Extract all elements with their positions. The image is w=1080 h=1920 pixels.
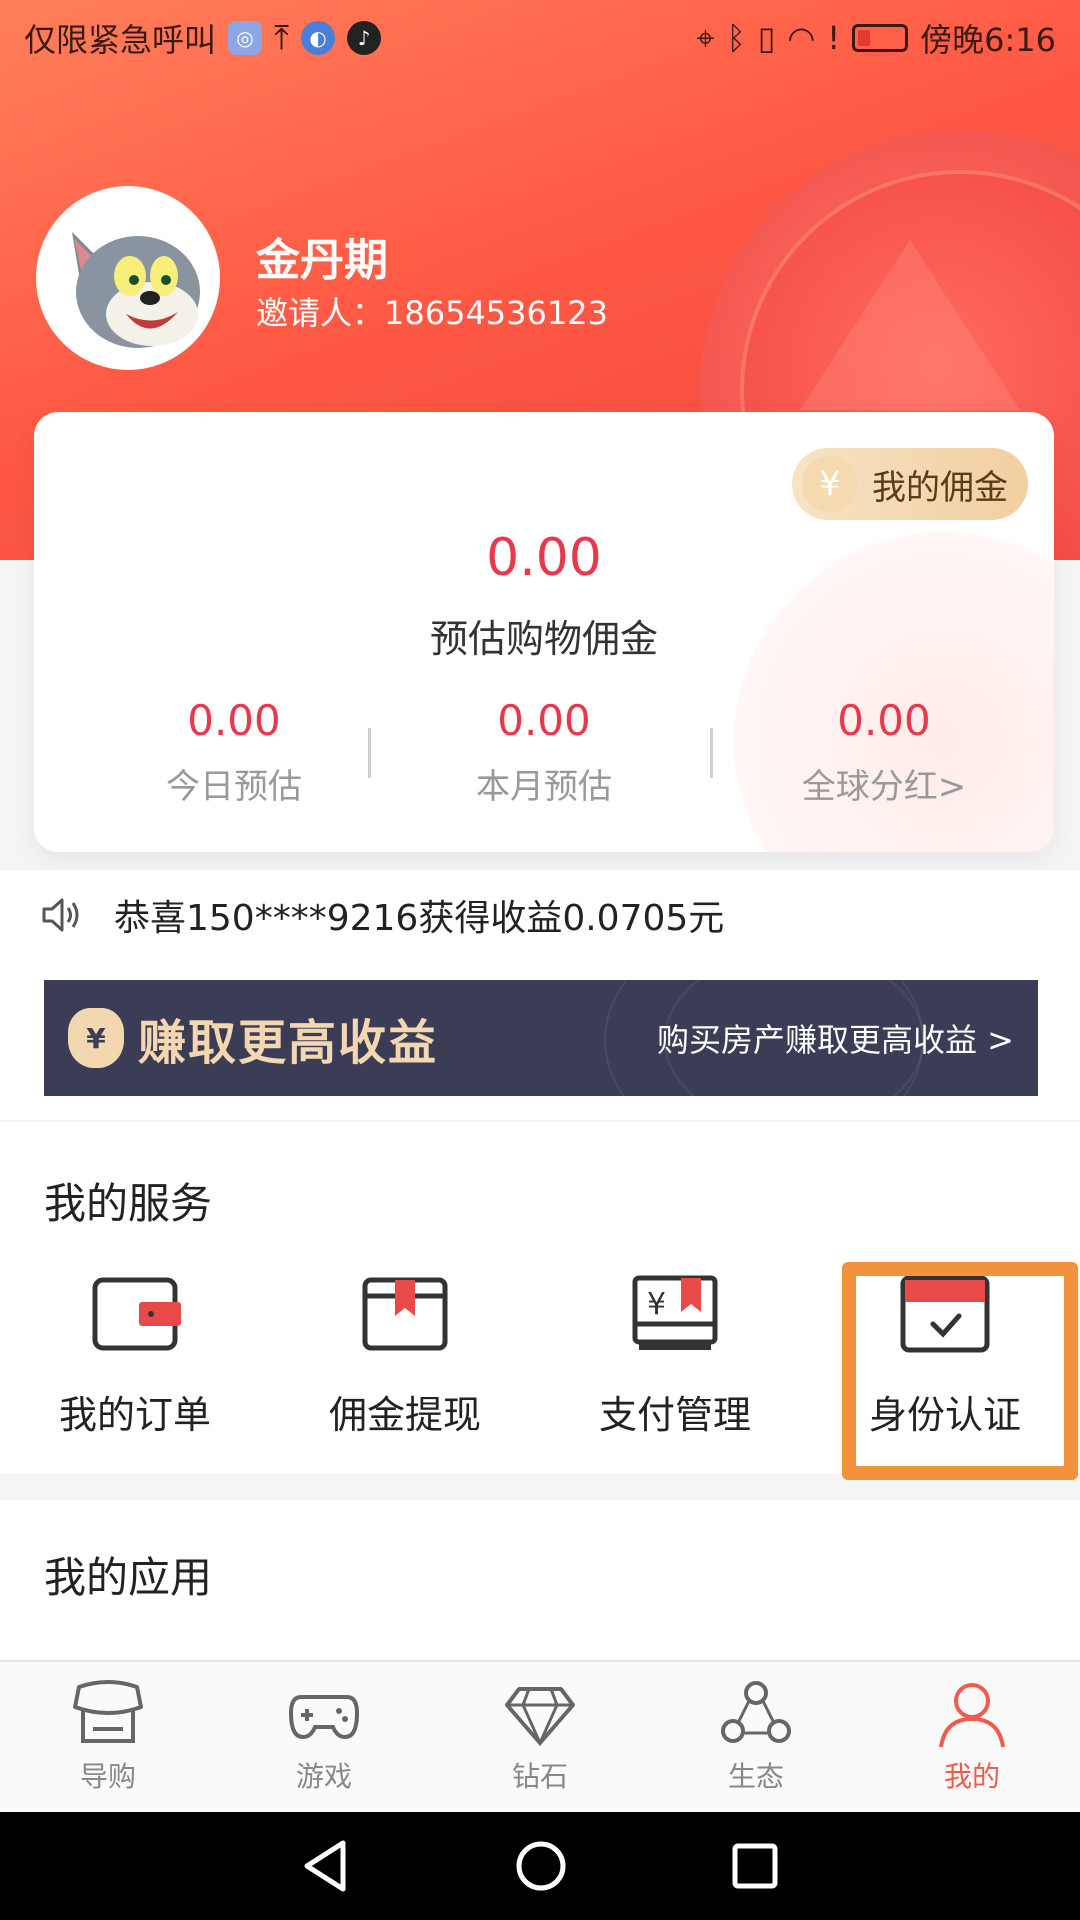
back-icon[interactable] [301,1839,351,1893]
banner-title-group: ¥ 赚取更高收益 [68,1003,438,1073]
estimated-commission-label: 预估购物佣金 [429,617,658,661]
my-apps-title: 我的应用 [44,1553,213,1602]
stat-global-dividend[interactable]: 0.00 全球分红> [734,696,1034,808]
profile-inviter: 邀请人：18654536123 [256,294,608,332]
speaker-icon [42,898,79,932]
estimated-commission-amount: 0.00 [486,528,602,588]
nav-label: 导购 [79,1760,136,1793]
service-label: 支付管理 [598,1393,751,1437]
carrier-text: 仅限紧急呼叫 [24,21,217,59]
stat-today[interactable]: 0.00 今日预估 [84,696,384,808]
stat-amount: 0.00 [497,696,591,745]
status-bar: 仅限紧急呼叫 ◎ ⤒ ◐ ♪ ⌖ ᛒ ▯ ◠ ! 傍晚6:16 [0,0,1080,76]
app-notification-icon: ◎ [228,21,263,55]
my-services-title: 我的服务 [44,1179,213,1228]
service-my-orders[interactable]: 我的订单 [0,1274,270,1439]
stat-divider [710,728,713,778]
nav-label: 游戏 [295,1760,352,1793]
payment-yen-icon: ¥ [632,1275,718,1350]
stat-amount: 0.00 [187,696,281,745]
home-icon[interactable] [514,1839,568,1893]
my-commission-label: 我的佣金 [872,467,1008,508]
battery-icon [852,24,909,52]
status-time: 傍晚6:16 [920,21,1056,59]
bluetooth-icon: ᛒ [726,19,746,57]
service-payment[interactable]: ¥ 支付管理 [540,1274,810,1439]
avatar[interactable] [36,186,220,370]
stat-label: 今日预估 [166,767,302,807]
tiktok-icon: ♪ [347,21,382,55]
wallet-icon [92,1277,181,1351]
stat-amount: 0.00 [837,696,931,745]
stat-divider [368,728,371,778]
recents-icon[interactable] [731,1842,779,1890]
nav-label: 我的 [943,1760,1000,1793]
wifi-icon: ◠ [787,19,816,57]
announcement-text: 恭喜150****9216获得收益0.0705元 [114,898,725,939]
cat-avatar-image [42,192,214,364]
my-commission-button[interactable]: ¥ 我的佣金 [792,448,1028,520]
diamond-icon [505,1687,575,1747]
earn-more-banner[interactable]: ¥ 赚取更高收益 购买房产赚取更高收益 > [44,980,1038,1096]
service-withdraw[interactable]: 佣金提现 [270,1274,540,1439]
alert-icon: ! [827,19,841,57]
nav-label: 生态 [727,1760,784,1793]
star-decoration [800,240,1020,410]
network-icon [721,1681,791,1743]
profile-name: 金丹期 [256,235,388,286]
browser-notification-icon: ◐ [301,21,336,55]
svg-text:¥: ¥ [647,1287,666,1322]
stat-label: 本月预估 [476,767,612,807]
banner-arc-decoration [664,980,924,1096]
nav-item-shopping-guide[interactable]: 导购 [0,1662,216,1812]
my-apps-section: 我的应用 [0,1500,1080,1660]
stat-month[interactable]: 0.00 本月预估 [394,696,694,808]
withdraw-box-icon [362,1277,448,1351]
nav-item-ecosystem[interactable]: 生态 [648,1662,864,1812]
identity-verification-highlight [842,1262,1078,1480]
person-icon [939,1683,1005,1748]
gamepad-icon [288,1695,360,1740]
bottom-navigation: 导购 游戏 钻石 生态 我的 [0,1660,1080,1812]
yen-icon: ¥ [802,456,858,512]
banner-title: 赚取更高收益 [138,1015,439,1071]
service-label: 佣金提现 [328,1393,481,1437]
location-icon: ⌖ [696,18,715,57]
upload-icon: ⤒ [274,18,290,58]
stat-label: 全球分红> [801,767,967,807]
vibrate-icon: ▯ [757,19,776,57]
status-bar-left: 仅限紧急呼叫 ◎ ⤒ ◐ ♪ [24,15,382,61]
money-bag-icon: ¥ [68,1008,124,1068]
commission-card: ¥ 我的佣金 0.00 预估购物佣金 0.00 今日预估 0.00 本月预估 0… [34,412,1054,852]
nav-item-mine[interactable]: 我的 [864,1662,1080,1812]
status-bar-right: ⌖ ᛒ ▯ ◠ ! 傍晚6:16 [697,15,1056,61]
shop-icon [73,1680,143,1743]
service-label: 我的订单 [58,1393,211,1437]
nav-label: 钻石 [511,1760,568,1793]
system-navigation-bar [0,1812,1080,1920]
announcement-bar: 恭喜150****9216获得收益0.0705元 [0,870,1080,960]
nav-item-games[interactable]: 游戏 [216,1662,432,1812]
nav-item-diamond[interactable]: 钻石 [432,1662,648,1812]
